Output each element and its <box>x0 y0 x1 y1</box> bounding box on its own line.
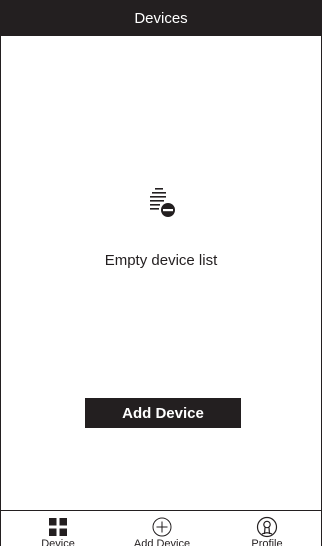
empty-state-message: Empty device list <box>104 252 218 269</box>
tab-label: Profile <box>251 538 283 546</box>
tab-label: Device <box>41 538 75 546</box>
tab-add-device[interactable]: Add Device <box>122 511 202 546</box>
grid-icon <box>49 518 67 536</box>
empty-list-icon <box>150 188 175 217</box>
bottom-tab-bar: Device Add Device Profile <box>1 510 321 546</box>
tab-profile[interactable]: Profile <box>227 511 307 546</box>
profile-icon <box>256 516 278 538</box>
add-circle-icon <box>152 517 172 537</box>
title-bar: Devices <box>1 0 321 36</box>
app-screen: Devices Empty device list Add Device Dev… <box>0 0 322 546</box>
tab-label: Add Device <box>133 538 191 546</box>
page-title: Devices <box>134 9 188 27</box>
tab-device[interactable]: Device <box>18 511 98 546</box>
add-device-button[interactable]: Add Device <box>85 398 241 428</box>
